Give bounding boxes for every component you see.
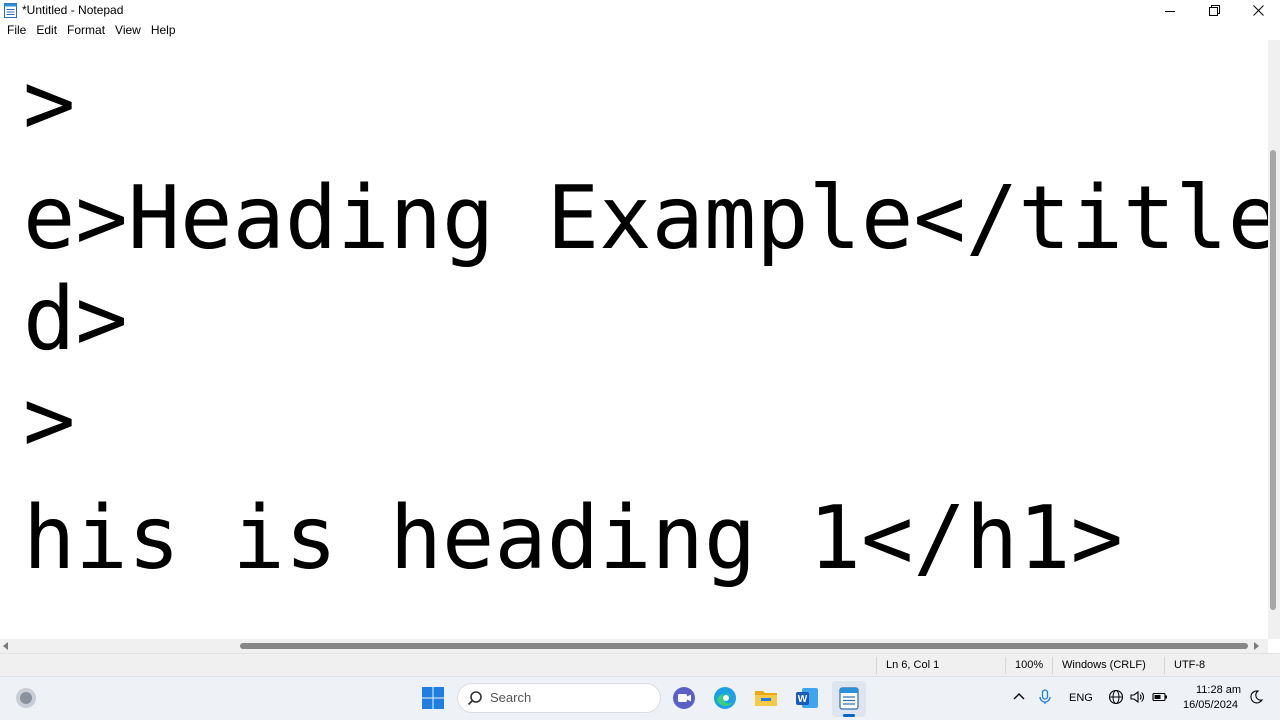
menu-help[interactable]: Help xyxy=(146,21,181,40)
taskbar-search-label: Search xyxy=(490,690,532,705)
vertical-scrollbar-thumb[interactable] xyxy=(1270,150,1276,610)
menu-bar: File Edit Format View Help xyxy=(0,21,1280,40)
editor-line-2: e>Heading Example</title> xyxy=(23,167,1268,269)
status-cursor-position: Ln 6, Col 1 xyxy=(886,659,940,671)
minimize-button[interactable] xyxy=(1148,0,1192,21)
network-globe-icon[interactable] xyxy=(1108,689,1124,705)
taskbar-active-indicator xyxy=(843,714,855,717)
title-bar: *Untitled - Notepad xyxy=(0,0,1280,21)
search-icon xyxy=(467,691,482,706)
input-language-indicator[interactable]: ENG xyxy=(1069,692,1093,704)
scroll-right-arrow-icon[interactable] xyxy=(1254,642,1259,650)
status-separator xyxy=(876,657,877,674)
editor-line-3: d> xyxy=(23,268,128,370)
status-line-ending: Windows (CRLF) xyxy=(1062,659,1146,671)
status-zoom: 100% xyxy=(1015,659,1044,671)
meet-video-icon[interactable] xyxy=(671,685,697,711)
menu-edit[interactable]: Edit xyxy=(31,21,62,40)
status-bar: Ln 6, Col 1 100% Windows (CRLF) UTF-8 xyxy=(0,653,1280,676)
word-app-icon[interactable]: W xyxy=(794,685,820,711)
status-separator xyxy=(1005,657,1006,674)
battery-icon[interactable] xyxy=(1152,689,1168,705)
close-button[interactable] xyxy=(1236,0,1280,21)
window-title: *Untitled - Notepad xyxy=(22,3,124,17)
text-editor[interactable]: > e>Heading Example</title> d> > his is … xyxy=(0,40,1268,639)
minimize-icon xyxy=(1165,10,1175,12)
status-encoding: UTF-8 xyxy=(1174,659,1206,671)
taskbar-search-box[interactable] xyxy=(457,683,661,713)
menu-view[interactable]: View xyxy=(110,21,146,40)
close-icon xyxy=(1252,5,1264,16)
file-explorer-icon[interactable] xyxy=(753,685,779,711)
restore-button[interactable] xyxy=(1192,0,1236,21)
scroll-left-arrow-icon[interactable] xyxy=(3,642,8,650)
start-windows-icon[interactable] xyxy=(421,686,445,710)
editor-line-1: > xyxy=(23,52,76,154)
notepad-icon xyxy=(4,3,17,18)
volume-speaker-icon[interactable] xyxy=(1129,689,1145,705)
clock-time[interactable]: 11:28 am xyxy=(1196,684,1241,696)
svg-text:W: W xyxy=(798,694,808,705)
horizontal-scrollbar-thumb[interactable] xyxy=(240,643,1248,649)
status-separator xyxy=(1052,657,1053,674)
weather-widget-icon[interactable] xyxy=(14,686,38,710)
menu-format[interactable]: Format xyxy=(62,21,110,40)
editor-line-4: > xyxy=(23,369,76,471)
notepad-app-icon[interactable] xyxy=(836,685,862,711)
restore-icon xyxy=(1208,5,1220,16)
show-hidden-icons-chevron-up-icon[interactable] xyxy=(1011,689,1027,705)
status-separator xyxy=(1164,657,1165,674)
edge-browser-icon[interactable] xyxy=(712,685,738,711)
clock-date[interactable]: 16/05/2024 xyxy=(1183,699,1238,711)
menu-file[interactable]: File xyxy=(2,21,31,40)
notifications-moon-icon[interactable] xyxy=(1248,689,1264,705)
microphone-icon[interactable] xyxy=(1037,689,1053,705)
editor-line-5: his is heading 1</h1> xyxy=(23,487,1123,589)
